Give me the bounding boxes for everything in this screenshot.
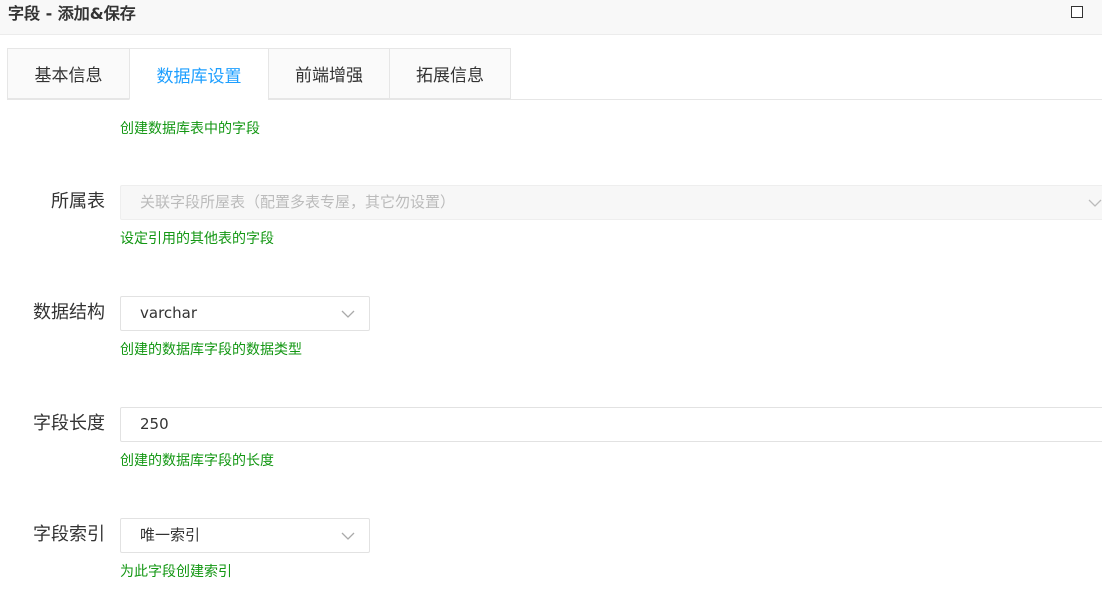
chevron-down-icon: [341, 307, 355, 321]
field-index-label: 字段索引: [33, 524, 105, 545]
tab-extended-info[interactable]: 拓展信息: [389, 48, 511, 99]
top-hint: 创建数据库表中的字段: [120, 121, 260, 137]
tab-frontend-enhance[interactable]: 前端增强: [268, 48, 389, 99]
data-structure-select[interactable]: varchar: [120, 296, 370, 331]
maximize-icon[interactable]: [1071, 6, 1083, 18]
data-structure-hint: 创建的数据库字段的数据类型: [120, 342, 302, 358]
field-index-hint: 为此字段创建索引: [120, 564, 232, 580]
chevron-down-icon: [341, 529, 355, 543]
table-label: 所属表: [51, 191, 105, 212]
field-length-input[interactable]: 250: [120, 407, 1102, 442]
table-select-placeholder: 关联字段所屋表（配置多表专屋，其它勿设置）: [140, 193, 456, 211]
field-length-label: 字段长度: [33, 413, 105, 434]
data-structure-value: varchar: [140, 304, 198, 322]
dialog-titlebar: 字段 - 添加&保存: [0, 0, 1102, 35]
field-length-hint: 创建的数据库字段的长度: [120, 453, 274, 469]
tab-basic-info[interactable]: 基本信息: [7, 48, 129, 99]
field-index-value: 唯一索引: [140, 526, 201, 544]
chevron-down-icon: [1088, 196, 1102, 210]
table-select[interactable]: 关联字段所屋表（配置多表专屋，其它勿设置）: [120, 185, 1102, 220]
field-length-value: 250: [140, 415, 169, 433]
data-structure-label: 数据结构: [33, 302, 105, 323]
dialog-title: 字段 - 添加&保存: [8, 4, 136, 23]
tab-database-settings[interactable]: 数据库设置: [129, 48, 268, 100]
table-hint: 设定引用的其他表的字段: [120, 231, 274, 247]
tab-bar: 基本信息 数据库设置 前端增强 拓展信息: [7, 48, 511, 100]
field-index-select[interactable]: 唯一索引: [120, 518, 370, 553]
